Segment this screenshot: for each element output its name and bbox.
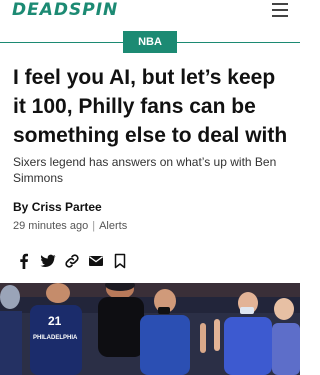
jersey-number: 21: [48, 314, 62, 328]
author-link[interactable]: Criss Partee: [32, 200, 102, 214]
publish-time: 29 minutes ago: [13, 220, 89, 232]
menu-bar-middle: [272, 9, 288, 11]
bookmark-icon[interactable]: [112, 253, 128, 269]
meta-separator: |: [92, 220, 96, 232]
twitter-icon[interactable]: [40, 253, 56, 269]
category-link[interactable]: Alerts: [99, 220, 127, 232]
byline-prefix: By: [13, 200, 29, 214]
email-icon[interactable]: [88, 253, 104, 269]
menu-bar-top: [272, 3, 288, 5]
menu-bar-bottom: [272, 15, 288, 17]
facebook-icon[interactable]: [16, 253, 32, 269]
article-subheadline: Sixers legend has answers on what’s up w…: [13, 155, 277, 185]
site-header: DEADSPIN: [0, 0, 300, 22]
article-headline: I feel you AI, but let’s keep it 100, Ph…: [13, 66, 288, 147]
hamburger-menu-icon[interactable]: [272, 2, 288, 18]
site-logo[interactable]: DEADSPIN: [12, 0, 118, 20]
article-meta: 29 minutes ago | Alerts: [13, 220, 291, 233]
byline: By Criss Partee: [13, 200, 291, 214]
link-icon[interactable]: [64, 253, 80, 269]
jersey-text: PHILADELPHIA: [33, 335, 78, 341]
article-hero-image[interactable]: 21 PHILADELPHIA: [0, 283, 300, 375]
topic-tag-link[interactable]: NBA: [123, 31, 177, 53]
